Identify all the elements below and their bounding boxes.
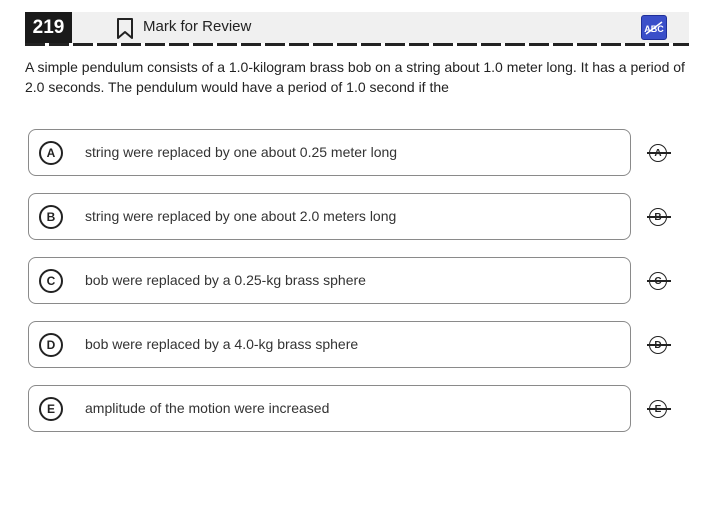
abc-strikethrough-icon: ABC <box>644 20 664 35</box>
eliminate-choice-d-button[interactable]: D <box>647 334 671 356</box>
strikethrough-line <box>647 152 671 154</box>
answer-choice-d[interactable]: D bob were replaced by a 4.0-kg brass sp… <box>28 321 631 368</box>
strikethrough-line <box>647 216 671 218</box>
bookmark-icon[interactable] <box>116 18 134 40</box>
choice-text: amplitude of the motion were increased <box>85 400 330 416</box>
question-number: 219 <box>25 12 72 43</box>
mark-for-review-button[interactable]: Mark for Review <box>143 18 251 35</box>
header-divider <box>25 43 689 46</box>
strikethrough-line <box>647 408 671 410</box>
choice-letter: C <box>39 269 63 293</box>
choice-text: string were replaced by one about 0.25 m… <box>85 144 398 160</box>
choice-letter: D <box>39 333 63 357</box>
answer-choice-a[interactable]: A string were replaced by one about 0.25… <box>28 129 631 176</box>
answer-eliminator-toggle[interactable]: ABC <box>641 15 667 40</box>
choice-letter: B <box>39 205 63 229</box>
eliminate-choice-b-button[interactable]: B <box>647 206 671 228</box>
question-header: 219 Mark for Review ABC <box>25 12 689 43</box>
question-page: 219 Mark for Review ABC A simple pendulu… <box>0 0 708 505</box>
choice-text: bob were replaced by a 4.0-kg brass sphe… <box>85 336 359 352</box>
eliminate-choice-c-button[interactable]: C <box>647 270 671 292</box>
answer-choice-b[interactable]: B string were replaced by one about 2.0 … <box>28 193 631 240</box>
choice-letter: A <box>39 141 63 165</box>
answer-choice-e[interactable]: E amplitude of the motion were increased <box>28 385 631 432</box>
choice-text: string were replaced by one about 2.0 me… <box>85 208 397 224</box>
eliminate-choice-e-button[interactable]: E <box>647 398 671 420</box>
question-text: A simple pendulum consists of a 1.0-kilo… <box>25 59 685 95</box>
strikethrough-line <box>647 280 671 282</box>
choice-letter: E <box>39 397 63 421</box>
eliminate-choice-a-button[interactable]: A <box>647 142 671 164</box>
strikethrough-line <box>647 344 671 346</box>
choice-text: bob were replaced by a 0.25-kg brass sph… <box>85 272 366 288</box>
answer-choice-c[interactable]: C bob were replaced by a 0.25-kg brass s… <box>28 257 631 304</box>
